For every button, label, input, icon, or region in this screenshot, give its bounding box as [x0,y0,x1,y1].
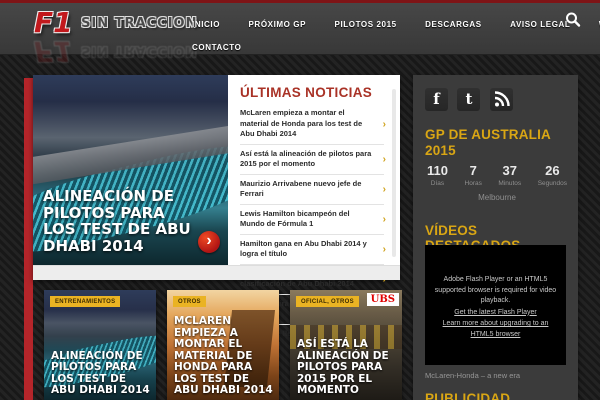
latest-news-heading: ÚLTIMAS NOTICIAS [240,85,373,100]
social-links: f t [425,88,518,111]
article-cards-row: ENTRENAMIENTOS ALINEACIÓN DE PILOTOS PAR… [44,290,413,400]
article-card-entrenamientos[interactable]: ENTRENAMIENTOS ALINEACIÓN DE PILOTOS PAR… [44,290,156,400]
countdown-minutes: 37 Minutos [498,163,522,187]
countdown-hours: 7 Horas [464,163,482,187]
article-card-mclaren[interactable]: OTROS MCLAREN EMPIEZA A MONTAR EL MATERI… [167,290,279,400]
chevron-right-icon: › [382,214,386,225]
nav-item-descargas[interactable]: DESCARGAS [425,20,482,29]
chevron-right-icon: › [382,184,386,195]
flash-player-link[interactable]: Get the latest Flash Player [431,308,560,319]
slider-bottom-strip [33,265,400,280]
category-badge[interactable]: OFICIAL, OTROS [296,296,359,307]
nav-item-proximo-gp[interactable]: PRÓXIMO GP [249,20,307,29]
news-item[interactable]: Maurizio Arrivabene nuevo jefe de Ferrar… [240,175,386,205]
featured-article[interactable]: ALINEACIÓN DE PILOTOS PARA LOS TEST DE A… [33,75,228,265]
latest-news-list: ÚLTIMAS NOTICIAS McLaren empieza a monta… [228,75,400,348]
facebook-icon[interactable]: f [425,88,448,111]
next-gp-heading: GP DE AUSTRALIA 2015 [425,127,551,158]
category-badge[interactable]: ENTRENAMIENTOS [50,296,121,307]
video-player[interactable]: Adobe Flash Player or an HTML5 supported… [425,245,566,365]
advertising-heading: PUBLICIDAD [425,391,511,400]
logo-reflection: F1 SIN TRACCION [34,35,198,68]
slider-next-button[interactable]: › [198,231,220,253]
gp-countdown: 110 Días 7 Horas 37 Minutos 26 Segundos [427,163,567,187]
flash-message: Adobe Flash Player or an HTML5 supported… [434,276,557,304]
card-title[interactable]: MCLAREN EMPIEZA A MONTAR EL MATERIAL DE … [174,315,274,397]
chevron-right-icon: › [382,118,386,130]
site-header: F1 SIN TRACCION F1 SIN TRACCION INICIO P… [0,0,600,68]
category-badge[interactable]: OTROS [173,296,206,307]
chevron-right-icon: › [382,154,386,165]
search-icon[interactable] [564,11,582,29]
logo-f1-mark: F1 [34,6,73,39]
logo-wordmark: SIN TRACCION [81,15,198,31]
card-title[interactable]: ASÍ ESTÁ LA ALINEACIÓN DE PILOTOS PARA 2… [297,339,397,397]
card-title[interactable]: ALINEACIÓN DE PILOTOS PARA LOS TEST DE A… [51,350,151,397]
red-accent-bar [24,78,33,400]
gp-location: Melbourne [478,193,516,202]
chevron-right-icon: › [382,244,386,255]
news-item[interactable]: Lewis Hamilton bicampeón del Mundo de Fó… [240,205,386,235]
nav-item-pilotos-2015[interactable]: PILOTOS 2015 [335,20,397,29]
rss-icon[interactable] [489,88,513,111]
main-nav-row2: CONTACTO [192,37,265,55]
site-logo[interactable]: F1 SIN TRACCION [34,9,197,37]
featured-article-title[interactable]: ALINEACIÓN DE PILOTOS PARA LOS TEST DE A… [43,187,201,255]
article-card-alineacion[interactable]: UBS OFICIAL, OTROS ASÍ ESTÁ LA ALINEACIÓ… [290,290,402,400]
video-caption: McLaren-Honda – a new era [425,371,521,380]
main-nav: INICIO PRÓXIMO GP PILOTOS 2015 DESCARGAS… [192,14,600,32]
sidebar: f t GP DE AUSTRALIA 2015 110 Días 7 Hora… [413,75,578,400]
featured-slider-panel: ALINEACIÓN DE PILOTOS PARA LOS TEST DE A… [33,75,400,348]
news-item[interactable]: Así está la alineación de pilotos para 2… [240,145,386,175]
nav-item-inicio[interactable]: INICIO [192,20,220,29]
news-item[interactable]: McLaren empieza a montar el material de … [240,104,386,145]
news-scrollbar[interactable] [392,89,396,257]
news-item[interactable]: Hamilton gana en Abu Dhabi 2014 y logra … [240,235,386,265]
countdown-days: 110 Días [427,163,448,187]
countdown-seconds: 26 Segundos [537,163,567,187]
html5-upgrade-link[interactable]: Learn more about upgrading to an HTML5 b… [431,319,560,340]
nav-item-aviso-legal[interactable]: AVISO LEGAL [510,20,570,29]
ubs-banner-text: UBS [366,293,399,306]
nav-item-contacto[interactable]: CONTACTO [192,43,241,52]
twitter-icon[interactable]: t [457,88,481,111]
